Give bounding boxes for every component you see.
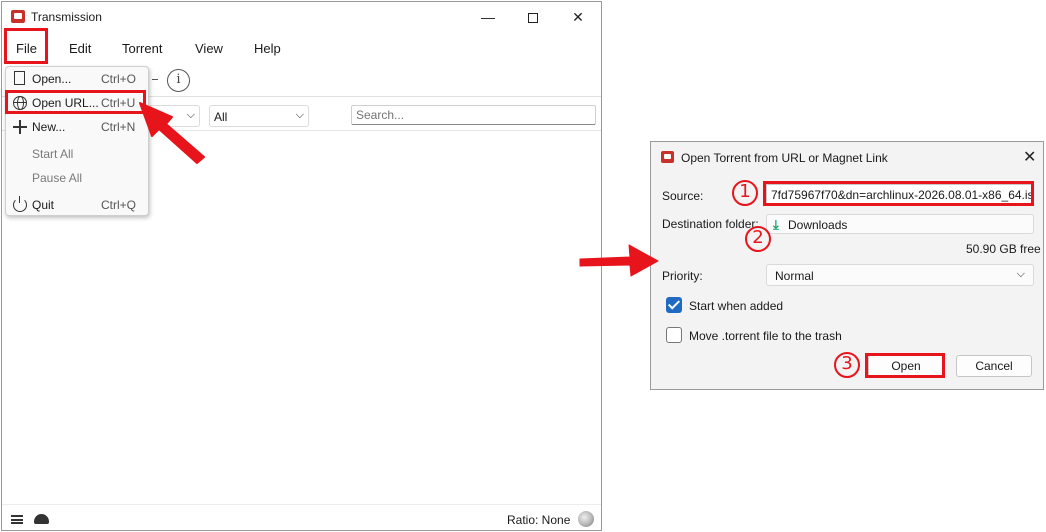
screenshot-stage: Transmission — ✕ File Edit Torrent View … <box>0 0 1046 532</box>
arrow-to-dialog <box>579 244 659 277</box>
arrow-to-open-url <box>139 102 205 164</box>
annotation-arrows <box>139 102 659 277</box>
